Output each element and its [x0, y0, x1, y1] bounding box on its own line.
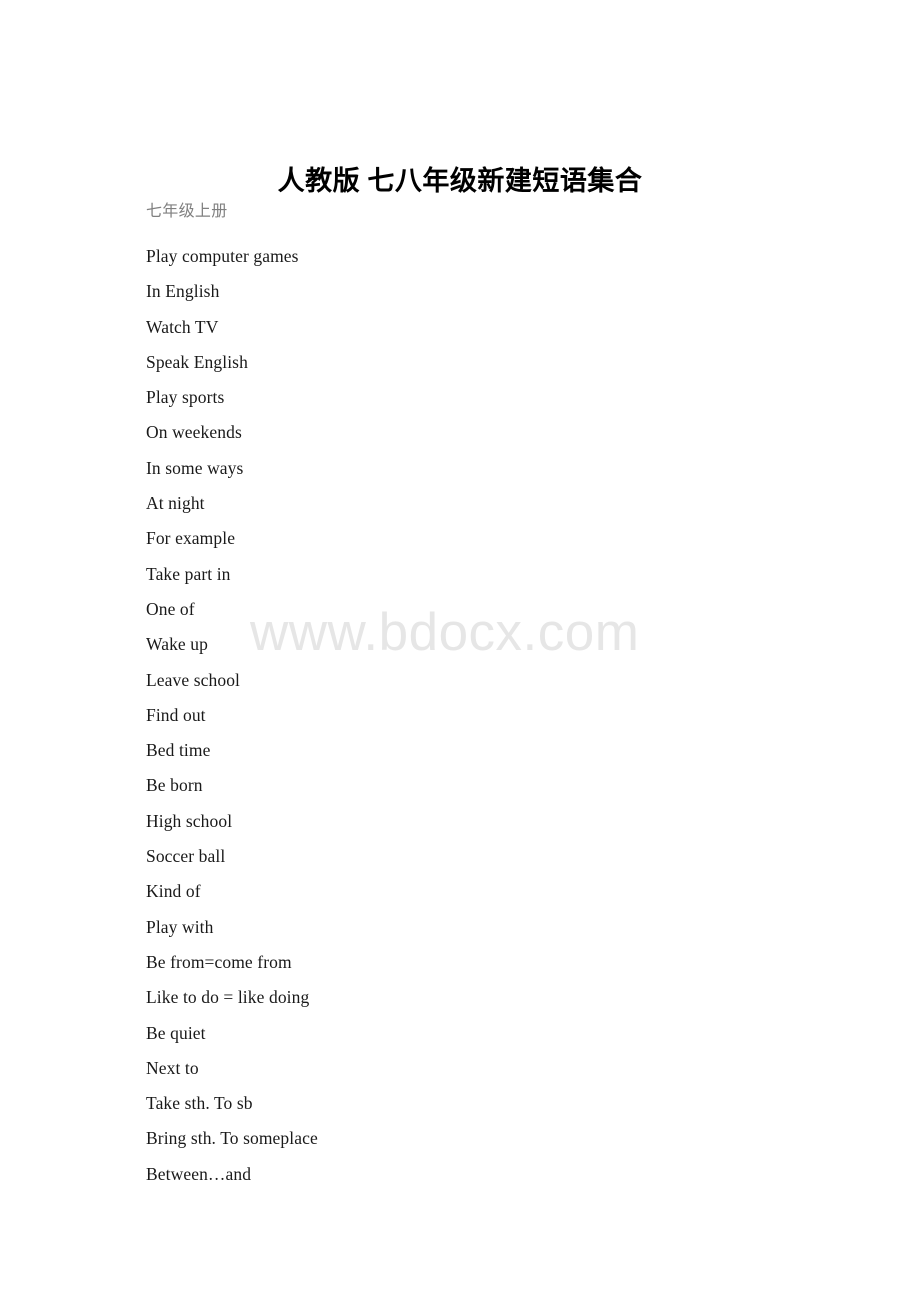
section-subtitle: 七年级上册 — [146, 203, 228, 220]
list-item: On weekends — [146, 422, 242, 443]
list-item: Play computer games — [146, 246, 299, 266]
document-page: www.bdocx.com 人教版 七八年级新建短语集合 七年级上册 Play … — [0, 0, 920, 1302]
list-item: Between…and — [146, 1163, 252, 1184]
list-item: Leave school — [146, 669, 241, 690]
list-item: In English — [146, 281, 220, 302]
list-item: At night — [146, 493, 205, 514]
list-item: Bring sth. To someplace — [146, 1128, 318, 1149]
page-title: 人教版 七八年级新建短语集合 — [277, 166, 643, 197]
list-item: Soccer ball — [146, 846, 226, 867]
list-item: Be born — [146, 775, 203, 796]
list-item: In some ways — [146, 457, 244, 478]
list-item: Kind of — [146, 881, 201, 902]
list-item: Bed time — [146, 740, 211, 761]
list-item: Find out — [146, 704, 206, 725]
list-item: Like to do = like doing — [146, 987, 310, 1008]
list-item: Be from=come from — [146, 951, 292, 972]
list-item: Play sports — [146, 387, 225, 408]
list-item: Speak English — [146, 351, 248, 372]
list-item: Take sth. To sb — [146, 1093, 253, 1114]
list-item: For example — [146, 528, 236, 549]
list-item: Be quiet — [146, 1022, 206, 1043]
list-item: Wake up — [146, 634, 208, 655]
list-item: Watch TV — [146, 316, 219, 337]
list-item: Take part in — [146, 563, 231, 584]
list-item: High school — [146, 810, 233, 831]
phrase-list: Play computer games In English Watch TV Spe… — [146, 239, 846, 1192]
list-item: One of — [146, 598, 195, 619]
list-item: Next to — [146, 1057, 199, 1078]
list-item: Play with — [146, 916, 214, 937]
